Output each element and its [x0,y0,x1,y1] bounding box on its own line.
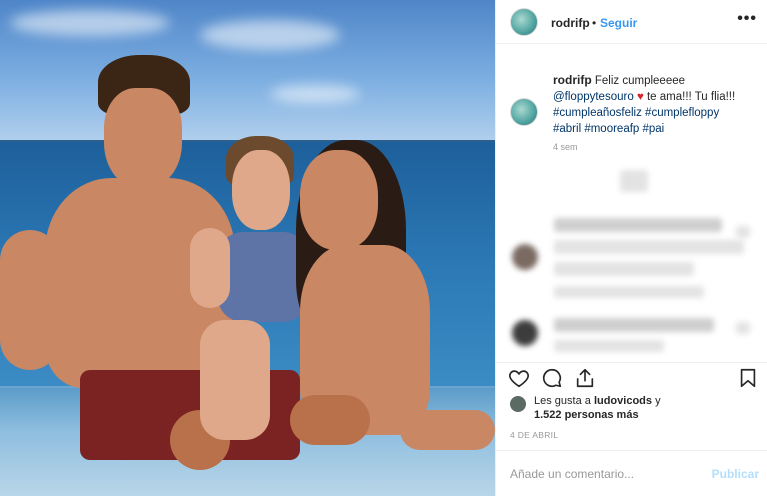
caption-hashtags-1[interactable]: #cumpleañosfeliz #cumplefloppy [553,105,763,121]
blurred-commenter-avatar [512,320,538,346]
likes-text: Les gusta a ludovicods y 1.522 personas … [534,394,661,422]
photo-cloud [200,20,340,50]
separator-dot: • [592,16,597,30]
caption-age: 4 sem [553,142,578,152]
blurred-commenter-avatar [512,244,538,270]
follow-button[interactable]: Seguir [600,16,637,30]
heart-icon[interactable] [508,367,530,389]
blurred-comment-fragment [620,170,648,192]
comment-icon[interactable] [541,367,563,389]
publish-button[interactable]: Publicar [712,467,759,481]
blurred-comment-line [554,262,694,276]
more-options-icon[interactable]: ••• [737,10,757,28]
share-icon[interactable] [574,367,596,389]
caption-text-1: Feliz cumpleeeee [594,75,686,87]
user-avatar[interactable] [510,8,538,36]
post-panel: rodrifp • Seguir ••• rodrifp Feliz cumpl… [495,0,767,496]
blurred-comment-line [554,286,704,298]
header-username[interactable]: rodrifp [551,16,590,30]
likes-connector: y [655,395,661,407]
man-head [104,88,182,188]
blurred-comment-like [736,226,750,238]
liker-username[interactable]: ludovicods [594,395,652,407]
man-arm [0,230,60,370]
woman-head [300,150,378,250]
comment-input[interactable]: Añade un comentario... [510,467,634,481]
post-photo[interactable] [0,0,495,496]
likes-summary: Les gusta a ludovicods y 1.522 personas … [510,394,760,424]
photo-cloud [270,85,360,103]
post-date: 4 DE ABRIL [510,430,559,440]
woman-knee [290,395,370,445]
add-comment-bar: Añade un comentario... Publicar [496,450,767,496]
caption-avatar[interactable] [510,98,538,126]
girl-legs [200,320,270,440]
caption-hashtags-2[interactable]: #abril #mooreafp #pai [553,121,763,137]
likes-count[interactable]: 1.522 personas más [534,409,639,421]
action-bar [496,362,767,392]
girl-swimsuit [218,232,308,322]
caption-text: rodrifp Feliz cumpleeeee @floppytesouro … [553,72,763,137]
blurred-comment-like [736,322,750,334]
blurred-comment-line [554,318,714,332]
woman-leg [400,410,495,450]
liker-avatar[interactable] [510,396,526,412]
photo-cloud [10,10,170,36]
caption-username[interactable]: rodrifp [553,73,592,87]
girl-head [232,150,290,230]
caption-mention[interactable]: @floppytesouro [553,91,634,103]
girl-arm [190,228,230,308]
bookmark-icon[interactable] [737,367,759,389]
heart-emoji-icon: ♥ [636,91,644,103]
post-header: rodrifp • Seguir ••• [496,0,767,44]
blurred-comment-line [554,218,722,232]
blurred-comment-line [554,240,744,254]
likes-prefix: Les gusta a [534,395,591,407]
blurred-comment-line [554,340,664,352]
caption-text-2: te ama!!! Tu flia!!! [646,91,736,103]
